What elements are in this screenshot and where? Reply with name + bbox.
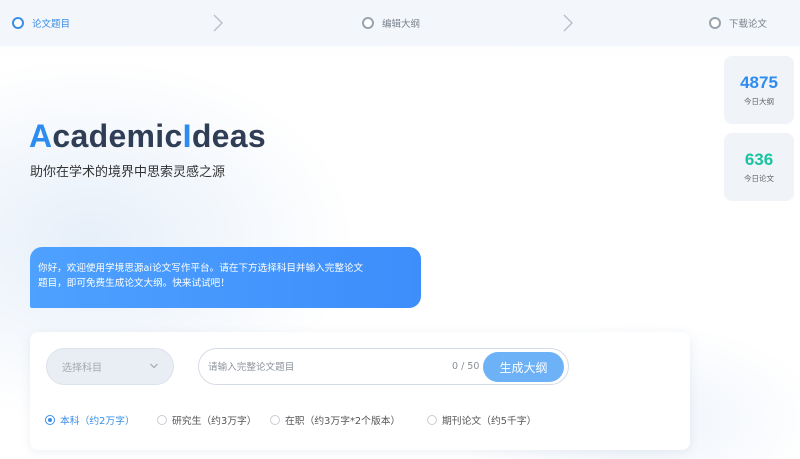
brand-subtitle: 助你在学术的境界中思索灵感之源 — [30, 165, 226, 180]
step-circle-icon — [709, 17, 721, 29]
option-label: 本科（约2万字） — [60, 416, 135, 427]
brand-letter-i: I — [182, 118, 192, 154]
step-circle-icon — [362, 17, 374, 29]
outline-form: 选择科目 0 / 50 生成大纲 本科（约2万字） 研究生（约3万字） 在职（约… — [30, 332, 690, 450]
chevron-right-icon — [213, 14, 223, 32]
step-circle-icon — [12, 17, 24, 29]
chevron-down-icon — [150, 363, 158, 369]
stat-value: 636 — [744, 150, 774, 169]
generate-outline-button[interactable]: 生成大纲 — [483, 352, 564, 382]
option-inservice[interactable]: 在职（约3万字*2个版本） — [270, 413, 400, 427]
step-label: 下载论文 — [729, 19, 768, 30]
progress-steps: 论文题目 编辑大纲 下载论文 — [0, 0, 800, 46]
step-label: 编辑大纲 — [382, 19, 421, 30]
step-label: 论文题目 — [32, 19, 71, 30]
brand-part: deas — [191, 118, 266, 154]
option-label: 研究生（约3万字） — [172, 416, 257, 427]
radio-icon — [45, 415, 55, 425]
stat-label: 今日论文 — [744, 174, 774, 183]
radio-icon — [427, 415, 437, 425]
radio-icon — [157, 415, 167, 425]
stat-label: 今日大纲 — [744, 97, 774, 106]
option-graduate[interactable]: 研究生（约3万字） — [157, 413, 257, 427]
topic-input[interactable] — [208, 359, 428, 375]
brand-title: AcademicIdeas — [29, 118, 266, 155]
stat-value: 4875 — [740, 73, 778, 92]
topic-field: 0 / 50 生成大纲 — [198, 348, 569, 385]
stat-card-papers: 636 今日论文 — [724, 133, 794, 201]
subject-placeholder: 选择科目 — [62, 363, 102, 374]
option-label: 在职（约3万字*2个版本） — [285, 416, 401, 427]
radio-icon — [270, 415, 280, 425]
option-journal[interactable]: 期刊论文（约5千字） — [427, 413, 536, 427]
option-label: 期刊论文（约5千字） — [442, 416, 537, 427]
brand-part: cademic — [52, 118, 183, 154]
brand-letter-a: A — [29, 118, 53, 154]
step-download[interactable]: 下载论文 — [709, 16, 767, 30]
char-counter: 0 / 50 — [452, 361, 480, 372]
chevron-right-icon — [563, 14, 573, 32]
step-outline[interactable]: 编辑大纲 — [362, 16, 420, 30]
stat-card-outlines: 4875 今日大纲 — [724, 56, 794, 124]
option-undergrad[interactable]: 本科（约2万字） — [45, 413, 135, 427]
step-title[interactable]: 论文题目 — [12, 16, 70, 30]
welcome-line: 你好，欢迎使用学境思源ai论文写作平台。请在下方选择科目并输入完整论文 — [38, 263, 364, 274]
subject-select[interactable]: 选择科目 — [46, 348, 174, 385]
welcome-line: 题目，即可免费生成论文大纲。快来试试吧！ — [38, 278, 230, 289]
welcome-message: 你好，欢迎使用学境思源ai论文写作平台。请在下方选择科目并输入完整论文 题目，即… — [30, 247, 421, 308]
